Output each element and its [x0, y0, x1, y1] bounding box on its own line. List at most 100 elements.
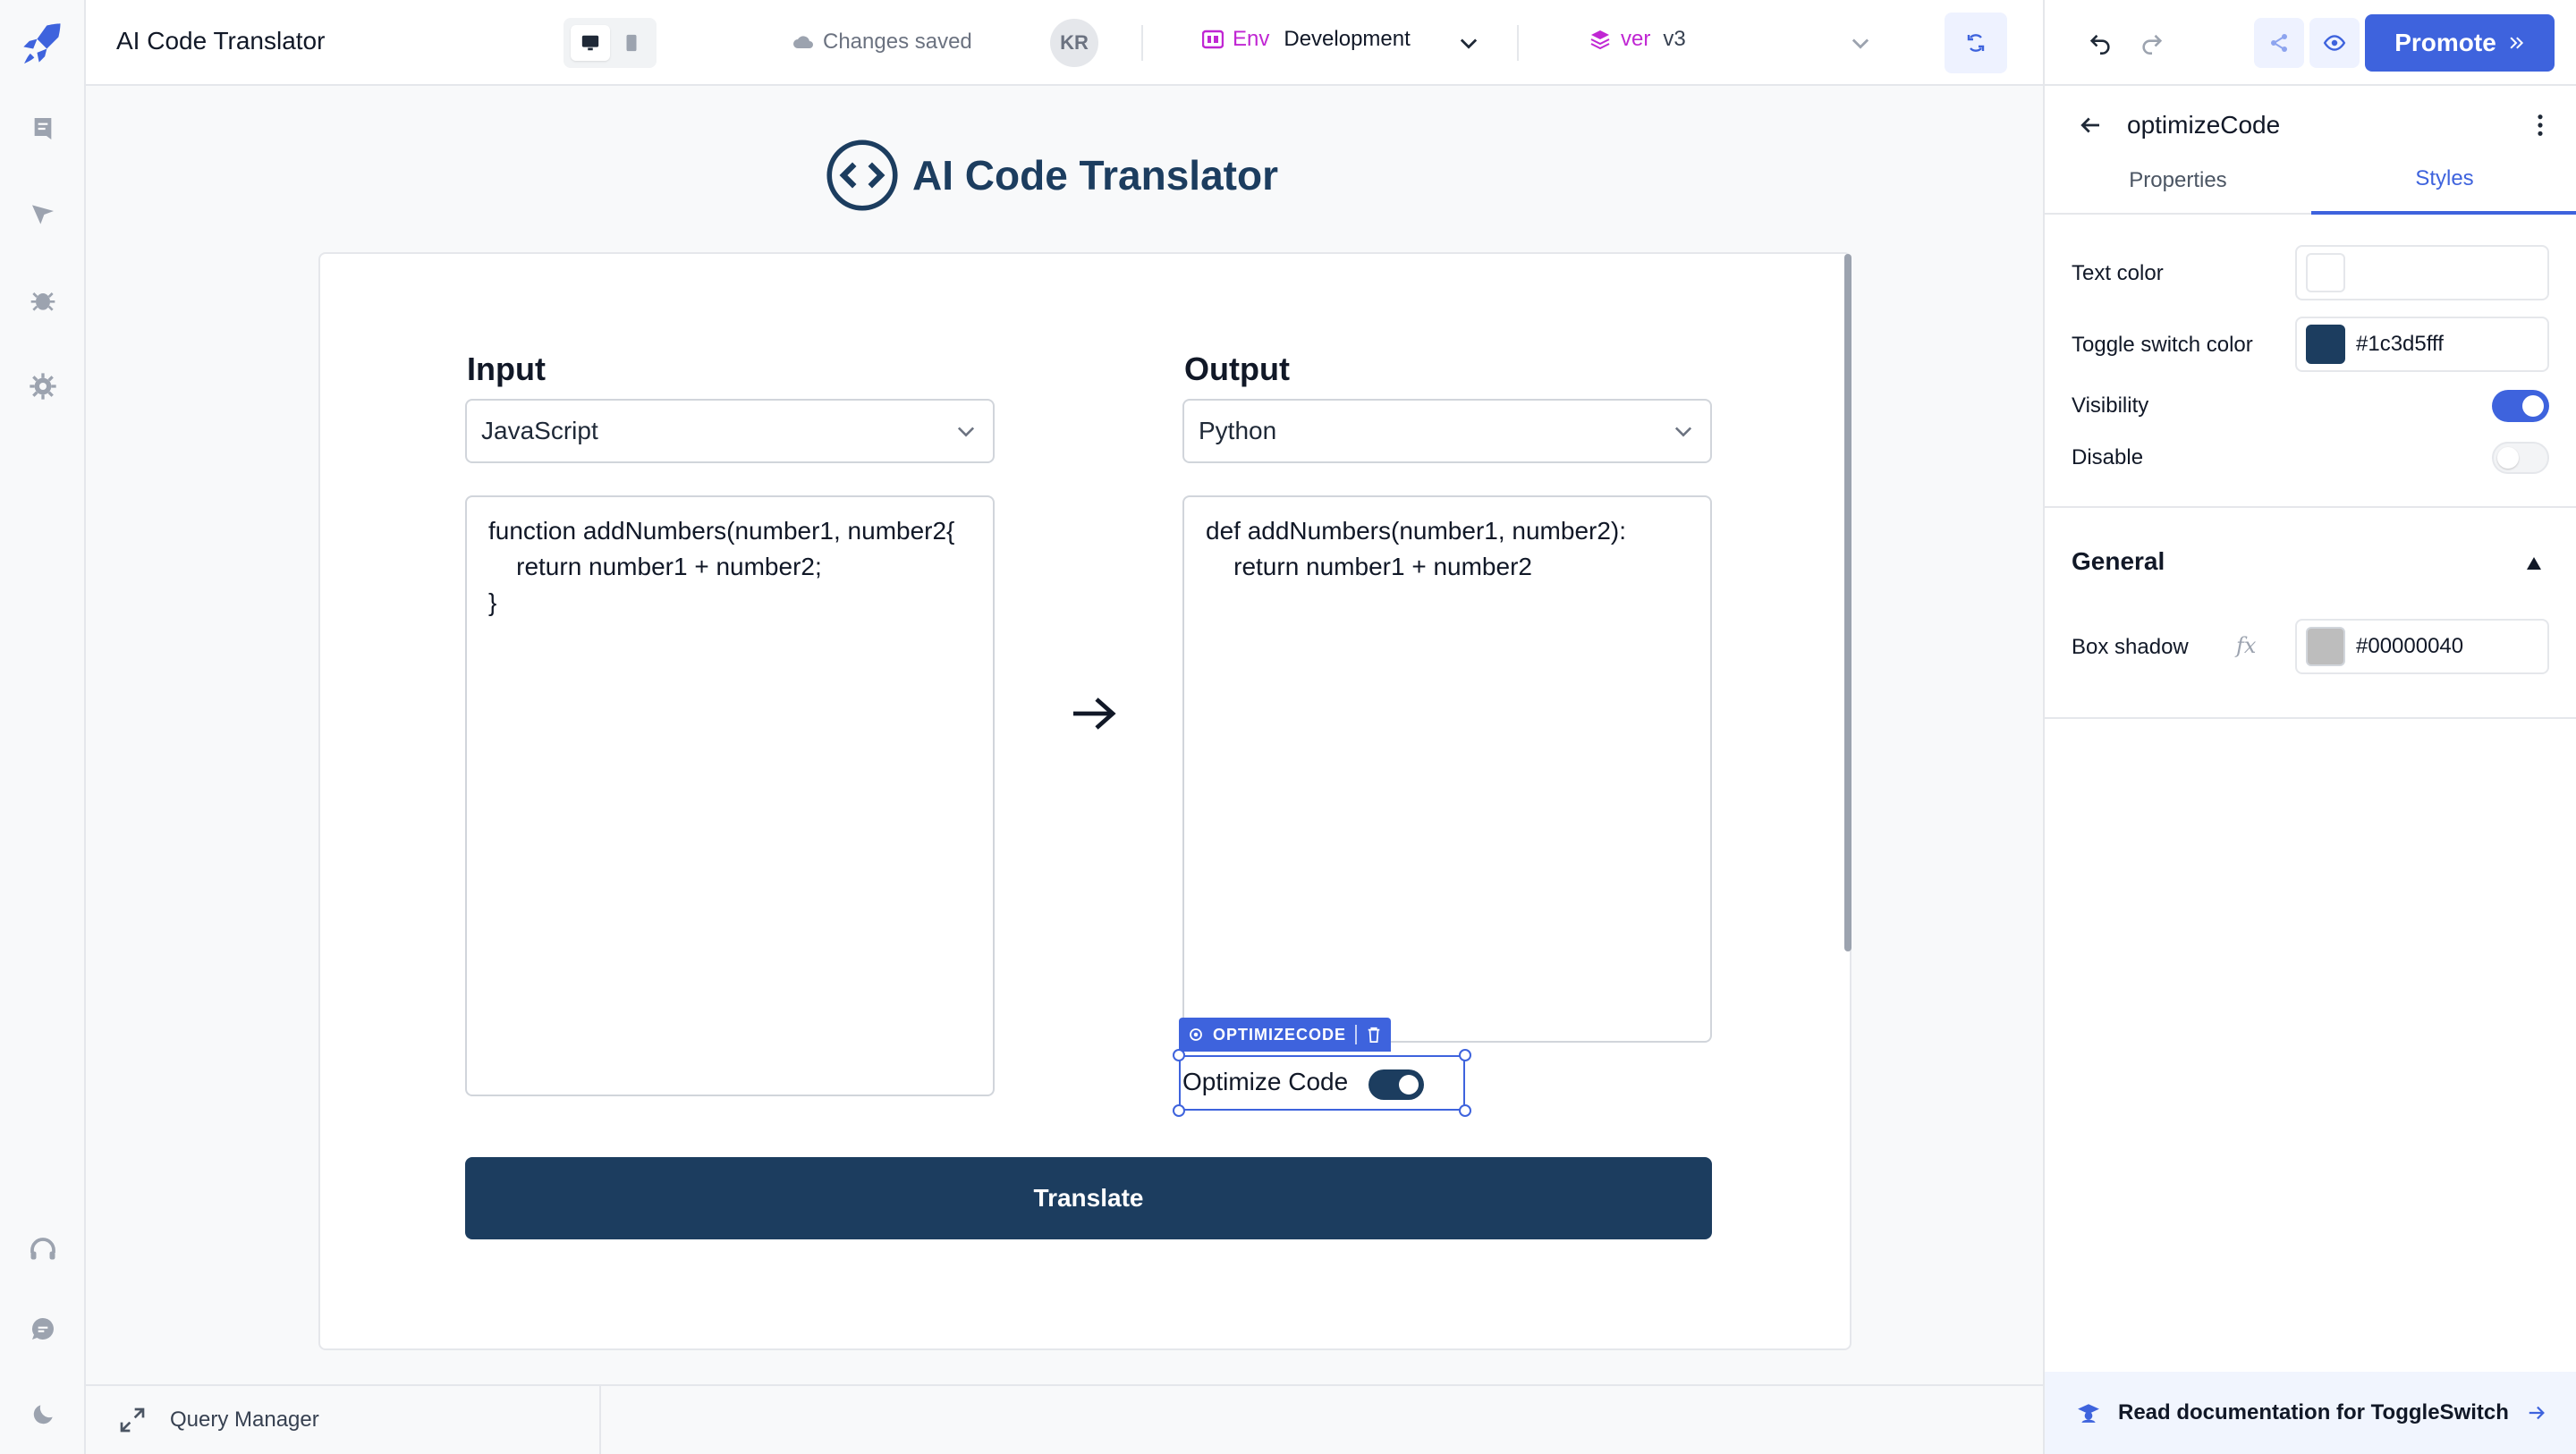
device-toggle — [564, 18, 657, 68]
code-icon — [826, 139, 898, 211]
selected-component-tag[interactable]: OPTIMIZECODE — [1179, 1018, 1392, 1052]
resize-handle[interactable] — [1459, 1049, 1471, 1061]
save-status: Changes saved — [792, 30, 972, 55]
support-headset-icon[interactable] — [25, 1232, 61, 1268]
version-value: v3 — [1663, 27, 1686, 51]
environment-icon — [1202, 30, 1224, 49]
version-label: ver — [1621, 27, 1651, 51]
box-shadow-input[interactable]: #00000040 — [2295, 619, 2549, 674]
divider — [2045, 506, 2576, 508]
share-icon[interactable] — [2254, 18, 2304, 68]
documentation-link[interactable]: Read documentation for ToggleSwitch — [2045, 1372, 2576, 1454]
output-language-select[interactable]: Python — [1182, 399, 1712, 463]
fx-icon[interactable]: fx — [2236, 633, 2256, 658]
text-color-input[interactable] — [2295, 245, 2549, 300]
preview-eye-icon[interactable] — [2309, 18, 2360, 68]
expand-icon[interactable] — [118, 1406, 147, 1434]
chat-icon[interactable] — [25, 1311, 61, 1347]
mobile-icon — [626, 34, 637, 52]
general-section-title[interactable]: General — [2072, 547, 2165, 576]
tab-styles[interactable]: Styles — [2311, 147, 2576, 215]
input-language-select[interactable]: JavaScript — [465, 399, 995, 463]
disable-toggle[interactable] — [2492, 442, 2549, 474]
text-color-swatch[interactable] — [2306, 253, 2345, 292]
divider — [2045, 717, 2576, 719]
desktop-view-button[interactable] — [571, 25, 610, 61]
inspector-icon[interactable] — [25, 197, 61, 232]
env-chevron-down-icon[interactable] — [1456, 30, 1481, 55]
translate-button[interactable]: Translate — [465, 1157, 1712, 1239]
dark-mode-moon-icon[interactable] — [25, 1397, 61, 1433]
text-color-label: Text color — [2072, 261, 2164, 285]
component-settings-icon — [1190, 1028, 1202, 1041]
component-name[interactable]: optimizeCode — [2127, 111, 2280, 139]
selected-component-name: OPTIMIZECODE — [1213, 1025, 1347, 1044]
double-chevron-right-icon — [2510, 37, 2523, 49]
input-label: Input — [467, 351, 546, 387]
documentation-link-label: Read documentation for ToggleSwitch — [2118, 1400, 2509, 1424]
version-chevron-down-icon[interactable] — [1848, 30, 1873, 55]
chevron-down-icon — [1674, 427, 1692, 437]
mobile-view-button[interactable] — [614, 25, 649, 61]
output-label: Output — [1184, 351, 1290, 387]
output-language-value: Python — [1199, 417, 1277, 444]
resize-handle[interactable] — [1173, 1104, 1185, 1117]
environment-selector[interactable]: Env Development — [1202, 27, 1411, 52]
divider — [599, 1386, 601, 1454]
pages-icon[interactable] — [25, 111, 61, 147]
panel-header: optimizeCode — [2077, 106, 2560, 145]
query-manager-label[interactable]: Query Manager — [170, 1408, 319, 1433]
back-arrow-icon[interactable] — [2077, 112, 2104, 139]
rocket-logo-icon[interactable] — [20, 20, 66, 66]
tag-divider — [1355, 1025, 1358, 1044]
box-shadow-value: #00000040 — [2356, 634, 2464, 658]
box-shadow-swatch[interactable] — [2306, 627, 2345, 666]
query-manager-bar: Query Manager — [86, 1384, 2043, 1454]
disable-label: Disable — [2072, 445, 2144, 469]
toggle-switch-color-swatch[interactable] — [2306, 325, 2345, 364]
optimize-code-toggle[interactable] — [1368, 1069, 1424, 1100]
undo-icon[interactable] — [2080, 23, 2120, 63]
toggle-switch-color-label: Toggle switch color — [2072, 333, 2253, 357]
toggle-switch-color-input[interactable]: #1c3d5fff — [2295, 317, 2549, 372]
debugger-bug-icon[interactable] — [25, 283, 61, 318]
toggle-switch-color-value: #1c3d5fff — [2356, 332, 2444, 356]
resize-handle[interactable] — [1459, 1104, 1471, 1117]
inspector-panel: optimizeCode Properties Styles Text colo… — [2043, 86, 2576, 1454]
output-code-editor[interactable]: def addNumbers(number1, number2): return… — [1182, 495, 1712, 1043]
env-value: Development — [1284, 27, 1411, 51]
box-shadow-label: Box shadow — [2072, 635, 2189, 659]
env-label: Env — [1233, 27, 1270, 51]
refresh-button[interactable] — [1945, 13, 2007, 73]
arrow-right-icon — [2529, 1406, 2545, 1420]
promote-label: Promote — [2394, 29, 2496, 56]
settings-gear-icon[interactable] — [25, 368, 61, 404]
top-bar: AI Code Translator Changes saved KR Env … — [86, 0, 2043, 86]
promote-button[interactable]: Promote — [2365, 14, 2555, 72]
resize-handle[interactable] — [1173, 1049, 1185, 1061]
collapse-triangle-icon[interactable] — [2526, 556, 2542, 571]
canvas-scrollbar[interactable] — [1844, 254, 1852, 951]
optimize-code-label: Optimize Code — [1182, 1068, 1349, 1095]
left-sidebar — [0, 0, 86, 1454]
redo-icon[interactable] — [2132, 23, 2172, 63]
panel-tabs: Properties Styles — [2045, 147, 2576, 215]
visibility-label: Visibility — [2072, 393, 2149, 418]
trash-icon — [1368, 1027, 1380, 1043]
visibility-toggle[interactable] — [2492, 390, 2549, 422]
input-language-value: JavaScript — [481, 417, 598, 444]
app-title[interactable]: AI Code Translator — [116, 27, 325, 55]
divider — [1517, 25, 1519, 61]
version-selector[interactable]: ver v3 — [1589, 27, 1686, 52]
input-code-editor[interactable]: function addNumbers(number1, number2{ re… — [465, 495, 995, 1096]
page-title: AI Code Translator — [912, 152, 1278, 199]
user-avatar[interactable]: KR — [1050, 19, 1098, 67]
chevron-down-icon — [957, 427, 975, 437]
arrow-right-icon — [1070, 694, 1118, 733]
page-title-block[interactable]: AI Code Translator — [825, 139, 1278, 211]
divider — [1141, 25, 1143, 61]
student-icon — [2078, 1404, 2099, 1423]
more-vertical-icon[interactable] — [2537, 113, 2544, 138]
desktop-icon — [581, 35, 599, 51]
tab-properties[interactable]: Properties — [2045, 147, 2311, 215]
